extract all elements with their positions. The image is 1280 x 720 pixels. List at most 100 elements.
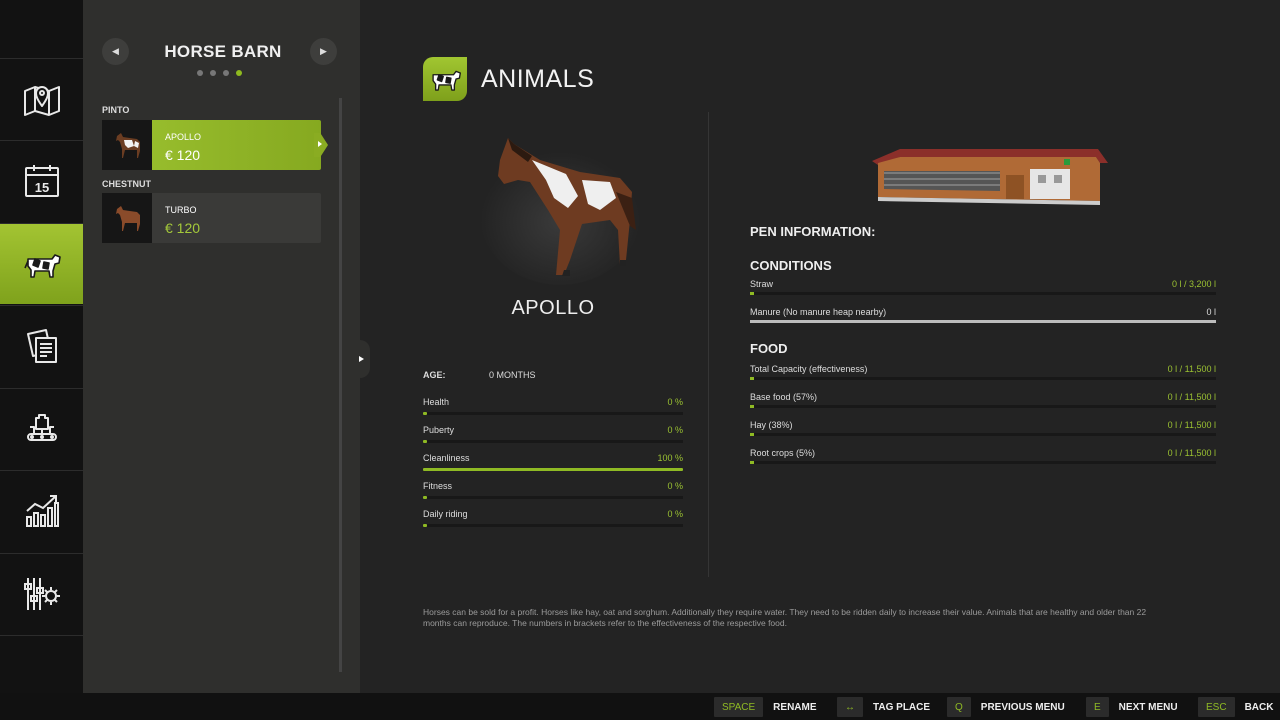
food-row-value: 0 l / 11,500 l bbox=[1167, 392, 1216, 402]
animal-name-title: APOLLO bbox=[511, 297, 595, 319]
progress-track bbox=[750, 377, 1216, 380]
barn-building-render bbox=[872, 149, 1108, 205]
hint-label: PREVIOUS MENU bbox=[980, 701, 1065, 713]
key-esc: ESC bbox=[1198, 697, 1235, 717]
key-q: Q bbox=[947, 697, 971, 717]
selected-arrow-icon bbox=[318, 141, 322, 147]
food-row: Total Capacity (effectiveness) 0 l / 11,5… bbox=[750, 364, 1216, 384]
production-icon bbox=[26, 414, 57, 441]
hint-label: RENAME bbox=[773, 701, 817, 713]
food-row-label: Base food (57%) bbox=[750, 392, 818, 402]
chestnut-horse-icon bbox=[116, 206, 140, 231]
settings-sliders-icon bbox=[23, 578, 60, 610]
progress-fill bbox=[750, 461, 754, 464]
progress-track bbox=[423, 496, 683, 499]
hint-label: TAG PLACE bbox=[873, 701, 931, 713]
nav-divider bbox=[0, 635, 83, 636]
food-row-value: 0 l / 11,500 l bbox=[1167, 420, 1216, 430]
condition-row-label: Manure (No manure heap nearby) bbox=[750, 307, 887, 317]
key-arrows-icon: ↔ bbox=[837, 697, 863, 717]
stat-row: Cleanliness 100 % bbox=[423, 453, 683, 477]
food-row-value: 0 l / 11,500 l bbox=[1167, 448, 1216, 458]
animal-name: APOLLO bbox=[165, 132, 202, 142]
stat-row-value: 100 % bbox=[657, 453, 683, 463]
stat-row-label: Cleanliness bbox=[423, 453, 470, 463]
progress-fill bbox=[423, 524, 427, 527]
pinto-horse-render bbox=[480, 138, 640, 285]
stat-row-label: Puberty bbox=[423, 425, 455, 435]
animal-price: € 120 bbox=[165, 220, 201, 236]
pen-information-title: PEN INFORMATION: bbox=[750, 224, 876, 239]
food-row-label: Root crops (5%) bbox=[750, 448, 816, 458]
stat-row-value: 0 % bbox=[667, 481, 683, 491]
condition-row: Straw 0 l / 3,200 l bbox=[750, 279, 1216, 299]
page-dot-active[interactable] bbox=[236, 70, 242, 76]
arrow-right-icon: ▶ bbox=[320, 46, 327, 56]
hint-back[interactable]: ESC BACK bbox=[1198, 697, 1273, 717]
progress-fill bbox=[750, 292, 754, 295]
animal-card-turbo[interactable]: TURBO € 120 bbox=[102, 193, 321, 243]
food-row: Root crops (5%) 0 l / 11,500 l bbox=[750, 448, 1216, 468]
conditions-title: CONDITIONS bbox=[750, 258, 832, 273]
progress-fill bbox=[423, 496, 427, 499]
age-value: 0 MONTHS bbox=[489, 370, 536, 380]
map-pin-icon bbox=[23, 86, 60, 116]
barn-list-panel: ◀ HORSE BARN ▶ PINTO APOLLO € 120 CHESTN… bbox=[83, 0, 360, 693]
page-dot[interactable] bbox=[210, 70, 216, 76]
barn-page-dots bbox=[197, 70, 242, 76]
hint-label: NEXT MENU bbox=[1118, 701, 1178, 713]
hint-previous-menu[interactable]: Q PREVIOUS MENU bbox=[947, 697, 1065, 717]
nav-statistics[interactable] bbox=[0, 470, 83, 551]
progress-track bbox=[750, 320, 1216, 323]
next-barn-button[interactable]: ▶ bbox=[310, 38, 337, 65]
progress-track bbox=[423, 524, 683, 527]
nav-production[interactable] bbox=[0, 388, 83, 469]
animal-card-apollo[interactable]: APOLLO € 120 bbox=[102, 120, 328, 170]
nav-contracts[interactable] bbox=[0, 305, 83, 386]
progress-track bbox=[423, 412, 683, 415]
stat-row-value: 0 % bbox=[667, 397, 683, 407]
animal-preview-image bbox=[470, 120, 640, 290]
hint-label: BACK bbox=[1244, 701, 1274, 713]
animal-price: € 120 bbox=[165, 147, 201, 163]
progress-track bbox=[750, 433, 1216, 436]
food-row: Base food (57%) 0 l / 11,500 l bbox=[750, 392, 1216, 412]
hint-rename[interactable]: SPACE RENAME bbox=[714, 697, 817, 717]
condition-row-label: Straw bbox=[750, 279, 774, 289]
age-label: AGE: bbox=[423, 370, 446, 380]
stat-row: Puberty 0 % bbox=[423, 425, 683, 449]
cow-icon bbox=[23, 254, 61, 278]
cow-icon bbox=[432, 70, 461, 91]
stat-row-label: Fitness bbox=[423, 481, 453, 491]
main-menu-nav: 15 bbox=[0, 0, 89, 693]
progress-fill bbox=[750, 377, 754, 380]
condition-row: Manure (No manure heap nearby) 0 l bbox=[750, 307, 1216, 327]
stat-row-label: Daily riding bbox=[423, 509, 468, 519]
nav-settings[interactable] bbox=[0, 553, 83, 634]
progress-track bbox=[423, 468, 683, 471]
nav-calendar[interactable]: 15 bbox=[0, 140, 83, 221]
condition-row-value: 0 l / 3,200 l bbox=[1171, 279, 1216, 289]
previous-barn-button[interactable]: ◀ bbox=[102, 38, 129, 65]
collapse-panel-button[interactable] bbox=[352, 340, 370, 378]
stat-row-value: 0 % bbox=[667, 509, 683, 519]
progress-fill bbox=[750, 433, 754, 436]
progress-fill bbox=[750, 320, 1216, 323]
nav-animals[interactable] bbox=[0, 223, 89, 304]
progress-track bbox=[750, 461, 1216, 464]
arrow-left-icon: ◀ bbox=[112, 46, 119, 56]
nav-map[interactable] bbox=[0, 58, 83, 139]
page-dot[interactable] bbox=[197, 70, 203, 76]
hint-tag-place[interactable]: ↔ TAG PLACE bbox=[837, 697, 930, 717]
page-dot[interactable] bbox=[223, 70, 229, 76]
animal-name: TURBO bbox=[165, 205, 197, 215]
group-label-chestnut: CHESTNUT bbox=[102, 179, 151, 189]
chevron-right-icon bbox=[358, 356, 364, 362]
input-hints-bar: SPACE RENAME ↔ TAG PLACE Q PREVIOUS MENU… bbox=[0, 693, 1280, 720]
stat-row-label: Health bbox=[423, 397, 450, 407]
food-row: Hay (38%) 0 l / 11,500 l bbox=[750, 420, 1216, 440]
column-divider bbox=[708, 112, 709, 577]
animals-page-icon bbox=[423, 57, 467, 101]
list-scrollbar[interactable] bbox=[339, 98, 342, 672]
hint-next-menu[interactable]: E NEXT MENU bbox=[1086, 697, 1178, 717]
